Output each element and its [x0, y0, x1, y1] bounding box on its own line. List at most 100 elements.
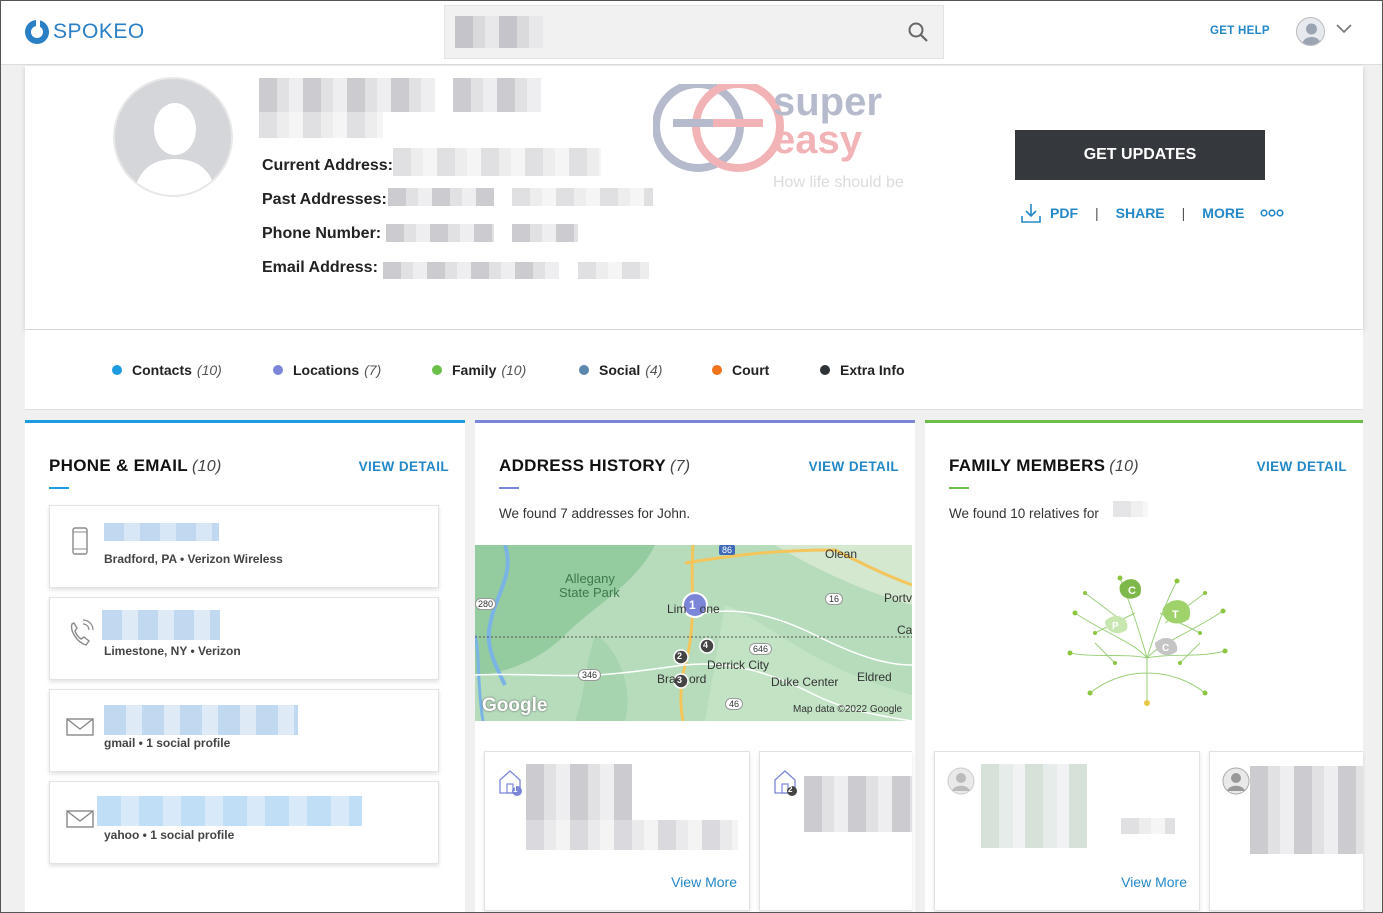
tab-count: (7)	[364, 362, 382, 378]
panel-title-text: FAMILY MEMBERS	[949, 456, 1106, 475]
tab-contacts[interactable]: Contacts (10)	[112, 362, 222, 378]
user-silhouette-icon	[1302, 23, 1321, 45]
spokeo-logo[interactable]: SPOKEO	[24, 19, 145, 45]
watermark-word-super: super	[773, 80, 882, 124]
redacted-email	[97, 796, 362, 826]
past-addresses-label: Past Addresses:	[262, 191, 387, 208]
download-icon	[1021, 204, 1041, 223]
email-envelope-icon	[66, 718, 94, 736]
route-shield: 46	[725, 698, 744, 710]
avatar-icon	[1222, 767, 1250, 795]
map-marker[interactable]: 2	[677, 651, 682, 661]
tab-dot	[432, 365, 442, 375]
spokeo-logo-icon	[25, 19, 49, 44]
map-label-city: Eldred	[857, 670, 892, 684]
route-shield: 646	[749, 643, 773, 655]
redacted-name	[259, 112, 383, 138]
contact-subtitle: yahoo • 1 social profile	[104, 828, 235, 842]
route-shield: 346	[578, 669, 602, 681]
intro-text: We found 10 relatives for	[949, 506, 1099, 521]
chevron-down-icon[interactable]	[1336, 24, 1352, 34]
address-card[interactable]: 1 View More	[484, 751, 750, 911]
view-more-link[interactable]: View More	[1121, 874, 1187, 890]
view-detail-link[interactable]: VIEW DETAIL	[359, 459, 449, 474]
contact-card[interactable]: Bradford, PA • Verizon Wireless	[49, 505, 439, 588]
google-logo: Google	[482, 695, 548, 716]
redacted-phone	[104, 523, 219, 541]
panel-title: ADDRESS HISTORY (7)	[499, 456, 690, 476]
get-updates-button[interactable]: GET UPDATES	[1015, 130, 1265, 180]
tab-social[interactable]: Social (4)	[579, 362, 662, 378]
search-icon[interactable]	[907, 21, 929, 43]
map-label-park: Allegany	[565, 571, 615, 586]
pdf-label: PDF	[1050, 205, 1078, 221]
redacted-address	[804, 776, 912, 832]
map-attribution: Map data ©2022 Google	[793, 704, 903, 715]
search-input[interactable]	[455, 16, 875, 48]
pdf-download-link[interactable]: PDF	[1020, 203, 1078, 223]
redacted-relative	[981, 764, 1087, 848]
mobile-phone-icon	[72, 527, 88, 555]
more-link[interactable]: MORE	[1202, 205, 1284, 221]
search-box[interactable]	[444, 5, 944, 59]
map-label-city: Derrick City	[707, 658, 769, 672]
redacted-email	[104, 705, 298, 735]
tab-family[interactable]: Family (10)	[432, 362, 526, 378]
profile-summary-card: Current Address: Past Addresses: Phone N…	[25, 66, 1363, 329]
address-badge: 1	[513, 785, 518, 794]
view-more-link[interactable]: View More	[671, 874, 737, 890]
relative-card[interactable]	[1209, 751, 1363, 911]
panel-count: (7)	[669, 458, 691, 475]
address-card[interactable]: 2	[759, 751, 912, 911]
landline-phone-icon	[70, 619, 94, 646]
redacted-phone	[386, 224, 494, 242]
contact-subtitle: gmail • 1 social profile	[104, 736, 231, 750]
tree-leaf-label: P	[1112, 621, 1119, 632]
house-icon	[774, 770, 797, 796]
map-label-city: Duke Center	[771, 675, 839, 689]
redacted-name	[453, 78, 541, 112]
house-icon	[499, 770, 522, 796]
share-link[interactable]: SHARE	[1116, 205, 1165, 221]
watermark-tagline: How life should be	[773, 174, 904, 191]
ellipsis-icon	[1260, 209, 1284, 217]
map-marker[interactable]: 3	[677, 675, 682, 685]
more-label: MORE	[1202, 205, 1245, 221]
watermark-word-easy: easy	[773, 118, 862, 162]
contact-card[interactable]: gmail • 1 social profile	[49, 689, 439, 772]
phone-email-panel: PHONE & EMAIL (10) VIEW DETAIL Bradford, …	[25, 420, 465, 913]
tab-extra-info[interactable]: Extra Info	[820, 362, 905, 378]
redacted-phone	[102, 610, 220, 640]
contact-card[interactable]: yahoo • 1 social profile	[49, 781, 439, 864]
tab-locations[interactable]: Locations (7)	[273, 362, 381, 378]
logo-text: SPOKEO	[53, 20, 145, 43]
get-help-link[interactable]: GET HELP	[1210, 25, 1270, 37]
tree-leaf-label: C	[1162, 643, 1169, 654]
route-shield: 16	[825, 593, 844, 605]
contact-card[interactable]: Limestone, NY • Verizon	[49, 597, 439, 680]
title-underline	[499, 487, 519, 489]
map-marker[interactable]: 1	[689, 598, 696, 612]
tab-dot	[579, 365, 589, 375]
redacted-past-address	[388, 188, 494, 206]
person-silhouette-icon	[133, 103, 217, 195]
address-map[interactable]: Allegany State Park Olean Portv Ca Lim o…	[475, 545, 912, 721]
map-label-park: State Park	[559, 585, 620, 600]
tab-dot	[273, 365, 283, 375]
phone-number-label: Phone Number:	[262, 225, 382, 242]
map-label-city: Portv	[884, 591, 912, 605]
relative-card[interactable]: View More	[934, 751, 1200, 911]
intro-text: We found 7 addresses for John.	[499, 506, 691, 521]
user-avatar[interactable]	[1296, 17, 1325, 46]
route-shield: 86	[719, 545, 736, 555]
view-detail-link[interactable]: VIEW DETAIL	[809, 459, 899, 474]
super-easy-watermark: super easy How life should be	[652, 80, 933, 194]
tab-label: Extra Info	[840, 362, 905, 378]
redacted-name	[259, 78, 435, 112]
map-marker[interactable]: 4	[703, 640, 708, 650]
view-detail-link[interactable]: VIEW DETAIL	[1257, 459, 1347, 474]
map-label-city: Olean	[825, 547, 858, 561]
redacted-email	[383, 262, 559, 279]
tab-court[interactable]: Court	[712, 362, 769, 378]
tree-leaf-label: C	[1128, 585, 1136, 597]
